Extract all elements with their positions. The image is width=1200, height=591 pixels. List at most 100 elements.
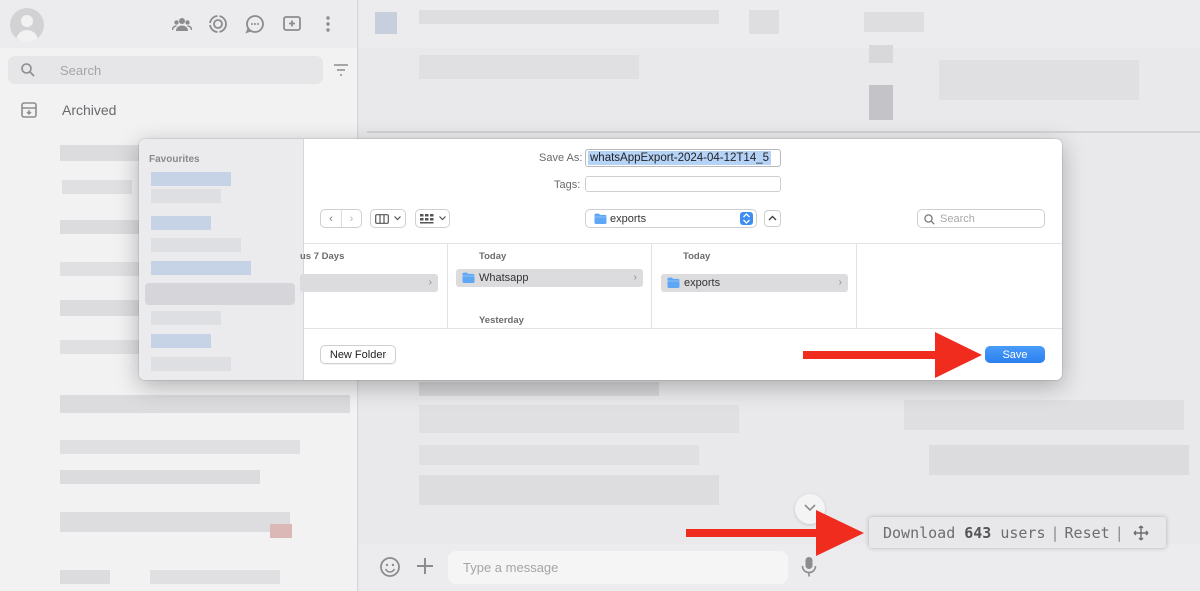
sidebar-item-blurred[interactable] (151, 238, 241, 252)
separator: | (1050, 523, 1060, 542)
chevron-right-icon: › (633, 272, 637, 283)
blurred-header-item (749, 10, 779, 34)
grid-icon (419, 213, 433, 223)
blurred-chat-item (60, 395, 350, 413)
sidebar-item-blurred[interactable] (151, 261, 251, 275)
blurred-chat-item (60, 262, 140, 276)
columns-icon (375, 213, 389, 224)
sidebar-item-blurred[interactable] (151, 357, 231, 371)
dialog-search[interactable] (917, 209, 1045, 228)
blurred-contact-avatar (375, 12, 397, 34)
blurred-message (939, 60, 1139, 100)
blurred-contact-name (419, 10, 719, 24)
list-item[interactable]: Whatsapp › (456, 269, 643, 287)
blurred-message (419, 405, 739, 433)
sidebar-item-blurred[interactable] (151, 216, 211, 230)
sidebar-item-blurred[interactable] (151, 334, 211, 348)
avatar[interactable] (10, 8, 44, 42)
blurred-message (419, 55, 639, 79)
item-label: exports (684, 277, 721, 289)
file-browser: us 7 Days › Today Whatsapp › Yesterday T… (300, 243, 1062, 329)
folder-icon (462, 272, 475, 283)
search-icon (21, 63, 35, 77)
back-button[interactable]: ‹ (321, 210, 341, 227)
column-view-button[interactable] (370, 209, 406, 228)
collapse-toggle-button[interactable] (764, 210, 781, 227)
new-chat-icon[interactable] (282, 14, 302, 34)
column-header: us 7 Days (300, 251, 345, 262)
download-button[interactable]: Download (883, 524, 955, 542)
column-header: Today (479, 251, 507, 262)
sidebar-item-blurred[interactable] (151, 189, 221, 203)
users-label: users (1000, 523, 1046, 542)
download-toolbar: Download 643 users | Reset | (869, 517, 1166, 548)
folder-icon (667, 277, 680, 288)
drag-move-icon[interactable] (1133, 525, 1149, 541)
blurred-message (419, 382, 659, 396)
blurred-chat-item (60, 340, 140, 354)
archived-row[interactable]: Archived (0, 95, 357, 127)
new-folder-button[interactable]: New Folder (320, 345, 396, 364)
chevron-right-icon: › (838, 277, 842, 288)
red-arrow-icon (803, 332, 982, 378)
chat-header (359, 0, 1200, 48)
back-forward-group: ‹ › (320, 209, 362, 228)
item-label: Whatsapp (479, 272, 529, 284)
blurred-chat-item (60, 470, 260, 484)
updown-chevron-icon (743, 213, 750, 224)
chevron-right-icon: › (428, 277, 432, 288)
blurred-chat-item (60, 145, 140, 161)
menu-icon[interactable] (318, 14, 338, 34)
file-name-field[interactable]: whatsAppExport-2024-04-12T14_5 (585, 149, 781, 167)
communities-icon[interactable] (171, 14, 193, 34)
blurred-message (929, 445, 1189, 475)
blurred-chat-item (270, 524, 292, 538)
filter-icon[interactable] (332, 62, 350, 78)
blurred-chat-item (60, 512, 290, 532)
file-name-value: whatsAppExport-2024-04-12T14_5 (588, 151, 772, 165)
blurred-message (869, 85, 893, 120)
group-view-button[interactable] (415, 209, 450, 228)
attach-plus-icon[interactable] (415, 556, 435, 576)
list-item[interactable]: exports › (661, 274, 848, 292)
sidebar-item-blurred[interactable] (151, 172, 231, 186)
chevron-up-icon (768, 215, 777, 221)
blurred-header-item (864, 12, 924, 32)
blurred-chat-item (150, 570, 280, 584)
red-arrow-icon (686, 510, 864, 556)
status-icon[interactable] (208, 14, 228, 34)
blurred-chat-item (62, 180, 132, 194)
archived-label: Archived (62, 102, 117, 118)
channels-icon[interactable] (245, 14, 265, 34)
list-item[interactable]: › (300, 274, 438, 292)
forward-button[interactable]: › (341, 210, 361, 227)
tags-field[interactable] (585, 176, 781, 192)
folder-icon (594, 213, 607, 224)
location-popup[interactable]: exports (585, 209, 757, 228)
sidebar-item-selected[interactable] (145, 283, 295, 305)
dialog-search-input[interactable] (940, 212, 1040, 226)
reset-button[interactable]: Reset (1065, 524, 1110, 542)
chat-divider (367, 131, 1200, 133)
blurred-message (419, 475, 719, 505)
blurred-chat-item (60, 300, 140, 316)
chevron-down-icon (438, 216, 446, 221)
separator: | (1114, 523, 1124, 542)
user-count: 643 (964, 523, 992, 542)
save-button[interactable]: Save (985, 346, 1045, 363)
blurred-message (869, 45, 893, 63)
column-subheader: Yesterday (479, 315, 524, 326)
location-label: exports (610, 213, 647, 225)
sidebar-item-blurred[interactable] (151, 311, 221, 325)
chat-search[interactable] (8, 56, 323, 84)
blurred-message (419, 445, 699, 465)
column-header: Today (683, 251, 711, 262)
browser-column: Today Whatsapp › Yesterday (448, 244, 652, 329)
save-as-label: Save As: (539, 152, 583, 164)
search-icon (924, 214, 935, 225)
chevron-down-icon (394, 216, 401, 221)
microphone-icon[interactable] (800, 556, 818, 578)
browser-column: us 7 Days › (300, 244, 448, 329)
emoji-icon[interactable] (379, 556, 401, 578)
search-input[interactable] (60, 60, 310, 80)
